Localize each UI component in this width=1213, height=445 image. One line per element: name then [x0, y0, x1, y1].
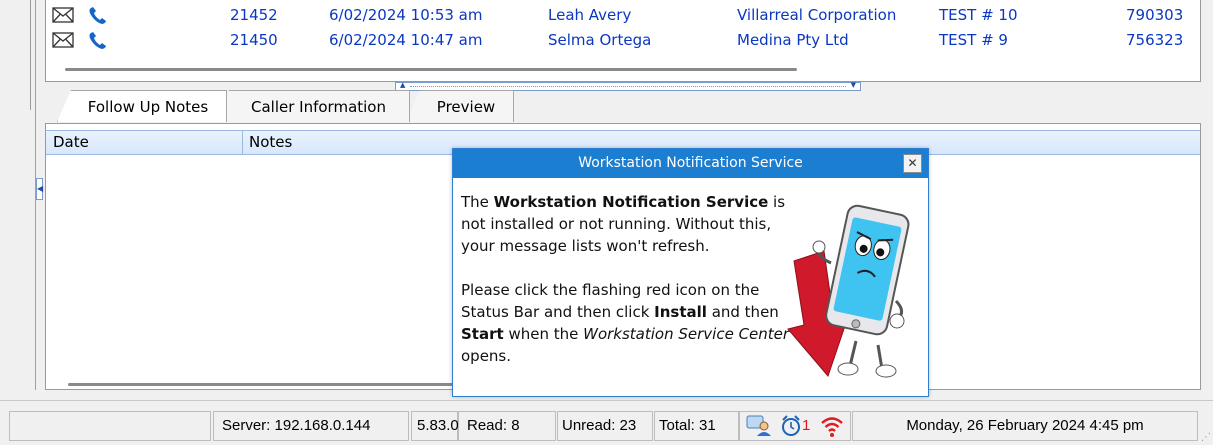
server-status: Server: 192.168.0.144	[213, 411, 409, 441]
envelope-icon[interactable]	[52, 29, 74, 48]
alarm-clock-icon[interactable]	[780, 414, 802, 445]
version-label: 5.83.0	[411, 411, 459, 441]
service-center-name: Workstation Service Center	[583, 325, 790, 343]
tab-preview[interactable]: Preview	[406, 90, 514, 122]
phone-number: 790303	[1126, 6, 1184, 24]
dialog-paragraph: The Workstation Notification Service is …	[461, 191, 801, 257]
horizontal-scrollbar[interactable]	[65, 68, 797, 71]
splitter-down-arrow-icon[interactable]: ▼	[851, 81, 856, 89]
status-icons: 1	[739, 411, 851, 441]
status-bar: Server: 192.168.0.144 5.83.0 Read: 8 Unr…	[0, 400, 1213, 445]
text: and then	[706, 303, 779, 321]
dialog-title: Workstation Notification Service	[453, 149, 928, 178]
text: The	[461, 193, 494, 211]
company-name: Villarreal Corporation	[737, 6, 897, 24]
phone-icon[interactable]	[88, 29, 108, 50]
date-time: Monday, 26 February 2024 4:45 pm	[852, 411, 1198, 441]
message-row[interactable]: 21450 6/02/2024 10:47 am Selma Ortega Me…	[46, 29, 1202, 51]
caller-name: Leah Avery	[548, 6, 632, 24]
service-name: Workstation Notification Service	[493, 193, 769, 211]
message-id: 21450	[230, 31, 278, 49]
sad-phone-mascot-icon	[787, 204, 910, 378]
column-divider[interactable]	[242, 131, 243, 154]
read-count: Read: 8	[458, 411, 556, 441]
message-subject: TEST # 10	[939, 6, 1018, 24]
splitter-up-arrow-icon[interactable]: ▲	[400, 81, 405, 89]
column-header-date[interactable]: Date	[53, 131, 89, 154]
tab-caller-information[interactable]: Caller Information	[215, 90, 410, 122]
close-icon[interactable]: ✕	[903, 154, 922, 173]
message-date: 6/02/2024 10:47 am	[329, 31, 483, 49]
unread-count: Unread: 23	[557, 411, 653, 441]
text: opens.	[461, 347, 512, 365]
message-id: 21452	[230, 6, 278, 24]
total-count: Total: 31	[654, 411, 739, 441]
splitter-dots	[410, 86, 846, 87]
collapse-left-arrow-icon[interactable]: ◀	[36, 178, 43, 200]
left-splitter[interactable]	[0, 0, 36, 390]
resize-grip-icon[interactable]: ⋰	[1201, 432, 1211, 443]
caller-name: Selma Ortega	[548, 31, 652, 49]
user-messages-icon[interactable]	[746, 414, 772, 445]
dialog-paragraph: Please click the flashing red icon on th…	[461, 279, 801, 367]
message-row[interactable]: 21452 6/02/2024 10:53 am Leah Avery Vill…	[46, 4, 1202, 26]
wifi-alert-icon[interactable]	[820, 414, 844, 445]
text: when the	[503, 325, 584, 343]
alarm-count: 1	[802, 417, 811, 434]
start-keyword: Start	[461, 325, 504, 343]
horizontal-scrollbar[interactable]	[68, 383, 458, 386]
status-panel-empty	[9, 411, 211, 441]
company-name: Medina Pty Ltd	[737, 31, 849, 49]
splitter-grip	[30, 0, 36, 110]
notification-dialog: Workstation Notification Service ✕ The W…	[452, 148, 929, 397]
column-header-notes[interactable]: Notes	[249, 131, 292, 154]
phone-icon[interactable]	[88, 4, 108, 25]
message-subject: TEST # 9	[939, 31, 1008, 49]
dialog-message: The Workstation Notification Service is …	[461, 191, 801, 367]
message-date: 6/02/2024 10:53 am	[329, 6, 483, 24]
tab-follow-up-notes[interactable]: Follow Up Notes	[57, 90, 227, 122]
install-keyword: Install	[654, 303, 707, 321]
panel-splitter[interactable]: ▲ ▼	[395, 81, 861, 91]
phone-number: 756323	[1126, 31, 1184, 49]
envelope-icon[interactable]	[52, 4, 74, 23]
